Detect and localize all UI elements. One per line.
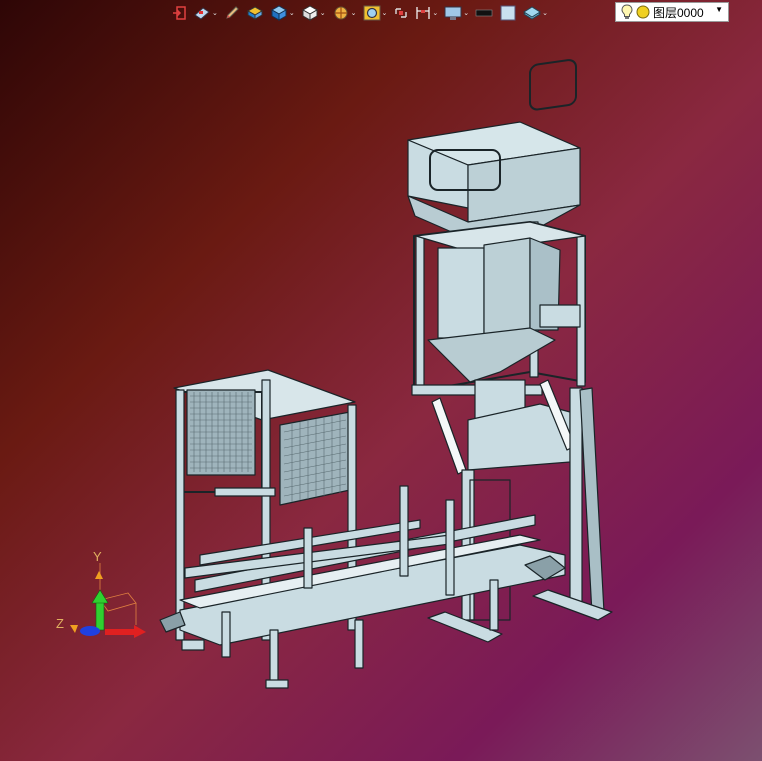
monitor-icon (444, 5, 462, 21)
brace-left (431, 397, 467, 475)
white-cube-icon (301, 5, 319, 21)
plane-button[interactable]: ⌄ (520, 2, 551, 24)
rotate-view-button[interactable] (390, 2, 412, 24)
layered-box-button[interactable] (243, 2, 267, 24)
exit-sketch-button[interactable] (168, 2, 190, 24)
rail-post-1 (399, 485, 409, 577)
dimension-button[interactable]: ⌄ (412, 2, 441, 24)
lightbulb-icon (621, 4, 633, 19)
chevron-down-icon[interactable]: ⌄ (351, 10, 357, 17)
tower-leg-right (569, 387, 583, 604)
chevron-down-icon[interactable]: ⌄ (463, 10, 469, 17)
dimension-icon (415, 5, 431, 21)
dropdown-arrow-icon[interactable]: ▼ (715, 5, 723, 14)
layer-name: 图层0000 (653, 5, 704, 20)
section-view-button[interactable]: ⌄ (329, 2, 360, 24)
y-axis-head (91, 589, 109, 604)
black-swatch-button[interactable] (472, 2, 496, 24)
weigh-bin-right (483, 237, 531, 336)
exit-sketch-icon (171, 5, 187, 21)
side-actuator (539, 304, 581, 328)
z-axis-head (70, 625, 78, 633)
chevron-down-icon[interactable]: ⌄ (212, 10, 218, 17)
leg-foot-2 (265, 679, 289, 689)
pencil-button[interactable] (221, 2, 243, 24)
chevron-down-icon[interactable]: ⌄ (382, 10, 388, 17)
bagging-machine-model (159, 59, 613, 689)
zoom-fit-button[interactable]: ⌄ (360, 2, 391, 24)
light-swatch-icon (499, 5, 517, 21)
render-style-icon (193, 5, 211, 21)
x-axis-head (134, 625, 146, 638)
plane-icon (523, 5, 542, 21)
conveyor-leg-1 (221, 611, 231, 658)
z-axis-label: Z (56, 616, 64, 631)
blue-cube-button[interactable]: ⌄ (267, 2, 298, 24)
light-swatch-button[interactable] (496, 2, 520, 24)
chevron-down-icon[interactable]: ⌄ (320, 10, 326, 17)
rotate-view-icon (393, 5, 409, 21)
rail-post-2 (445, 499, 455, 596)
conveyor-leg-4 (489, 579, 499, 631)
z-axis-arrow (80, 626, 100, 636)
blue-cube-icon (270, 5, 288, 21)
axis-triad: Y Z (56, 549, 146, 638)
chevron-down-icon[interactable]: ⌄ (289, 10, 295, 17)
y-axis-label: Y (93, 549, 102, 564)
x-axis-arrow (105, 629, 135, 635)
tower-leg-back (579, 387, 605, 615)
chevron-down-icon[interactable]: ⌄ (542, 10, 548, 17)
zoom-fit-icon (363, 5, 381, 21)
layered-box-icon (246, 5, 264, 21)
rail-post-3 (303, 527, 313, 589)
cabinet-leg-left (175, 389, 185, 641)
frame-post-left (415, 235, 425, 393)
section-view-icon (332, 5, 350, 21)
cabinet-shelf (214, 487, 276, 497)
monitor-button[interactable]: ⌄ (441, 2, 472, 24)
hopper-window-side (529, 59, 577, 111)
layer-dropdown[interactable]: 图层0000 ▼ (615, 2, 729, 22)
pencil-icon (224, 5, 240, 21)
leg-foot-1 (181, 639, 205, 651)
layer-visible-icon (636, 5, 650, 19)
y-axis-tip (95, 571, 103, 579)
weigh-bin-left (437, 247, 485, 339)
conveyor-leg-3 (354, 619, 364, 669)
white-cube-button[interactable]: ⌄ (298, 2, 329, 24)
chevron-down-icon[interactable]: ⌄ (432, 10, 438, 17)
black-swatch-icon (475, 5, 493, 21)
y-axis-arrow (95, 599, 105, 631)
model-viewport[interactable] (0, 26, 762, 761)
render-style-button[interactable]: ⌄ (190, 2, 221, 24)
conveyor-leg-2 (269, 629, 279, 686)
